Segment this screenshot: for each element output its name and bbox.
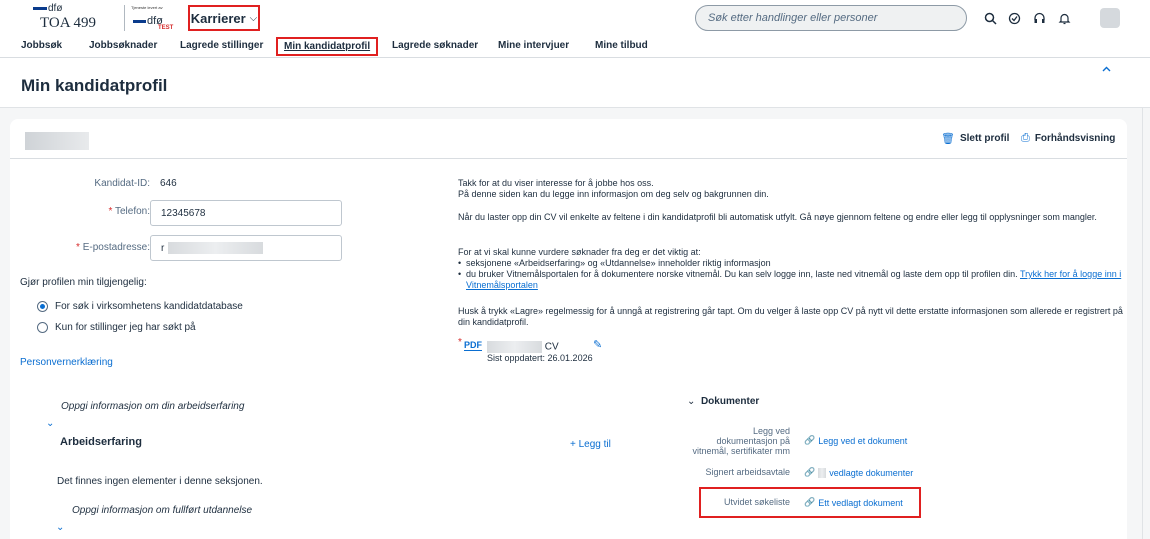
candidate-id-value: 646 xyxy=(160,178,177,189)
paperclip-icon: 🔗 xyxy=(804,497,816,507)
chevron-down-icon[interactable]: ⌄ xyxy=(46,418,54,429)
paperclip-icon: 🔗 xyxy=(804,435,816,445)
education-prompt: Oppgi informasjon om fullført utdannelse xyxy=(72,505,253,516)
requirement-vitnemal: du bruker Vitnemålsportalen for å dokume… xyxy=(458,269,1123,291)
cv-required-mark: * xyxy=(458,337,462,348)
cv-file-name[interactable]: CV xyxy=(487,341,559,353)
search-icon[interactable] xyxy=(981,9,999,27)
radio-applied-only[interactable]: Kun for stillinger jeg har søkt på xyxy=(37,322,196,333)
pencil-icon[interactable]: ✎ xyxy=(593,338,602,351)
collapse-header-button[interactable] xyxy=(1102,64,1111,75)
dfo-logo-top: dfø xyxy=(33,3,62,14)
test-badge: TEST xyxy=(158,25,174,31)
intro-text: Takk for at du viser interesse for å job… xyxy=(458,178,769,199)
requirements-info: For at vi skal kunne vurdere søknader fr… xyxy=(458,247,1123,291)
cv-last-updated: Sist oppdatert: 26.01.2026 xyxy=(487,353,593,363)
tab-mine-intervjuer[interactable]: Mine intervjuer xyxy=(498,40,569,51)
requirement-sections: seksjonene «Arbeidserfaring» og «Utdanne… xyxy=(458,258,1123,269)
trash-icon: 🗑 xyxy=(941,133,955,145)
count-redacted xyxy=(818,467,827,478)
logo-separator xyxy=(124,5,125,31)
doc-label-extended-list: Utvidet søkeliste xyxy=(723,497,790,507)
chevron-down-icon: ⌄ xyxy=(687,396,696,407)
chevron-down-icon: ⌵ xyxy=(249,12,258,24)
documents-title: Dokumenter xyxy=(700,396,760,407)
save-reminder: Husk å trykk «Lagre» regelmessig for å u… xyxy=(458,306,1123,327)
delete-profile-button[interactable]: 🗑 Slett profil xyxy=(941,132,1009,145)
check-circle-icon[interactable] xyxy=(1005,9,1023,27)
candidate-name-redacted xyxy=(25,132,89,150)
documents-toggle[interactable]: ⌄ Dokumenter xyxy=(687,396,759,407)
tab-lagrede-stillinger[interactable]: Lagrede stillinger xyxy=(180,40,263,51)
cv-name-redacted xyxy=(487,341,542,353)
phone-input[interactable]: 12345678 xyxy=(150,200,342,226)
pdf-icon: PDF xyxy=(464,340,482,351)
email-redacted xyxy=(168,242,264,254)
delete-profile-label: Slett profil xyxy=(959,133,1010,144)
radio-candidate-database[interactable]: For søk i virksomhetens kandidatdatabase xyxy=(37,301,243,312)
extended-list-document-link[interactable]: 🔗 Ett vedlagt dokument xyxy=(804,497,903,508)
print-icon: ⎙ xyxy=(1021,132,1030,144)
preview-button[interactable]: ⎙ Forhåndsvisning xyxy=(1021,132,1115,145)
profile-card: 🗑 Slett profil ⎙ Forhåndsvisning Kandida… xyxy=(10,119,1127,539)
card-toolbar: 🗑 Slett profil ⎙ Forhåndsvisning xyxy=(10,119,1127,159)
toa-logo-text: TOA 499 xyxy=(40,15,96,31)
add-document-link[interactable]: 🔗 Legg ved et dokument xyxy=(804,435,907,446)
shell-bar: dfø TOA 499 Tjeneste levert av dfø TEST … xyxy=(0,0,1150,36)
scrollbar[interactable] xyxy=(1142,108,1150,539)
email-label: * E-postadresse: xyxy=(76,242,150,253)
doc-label-attachments: Legg ved dokumentasjon på vitnemål, sert… xyxy=(692,426,790,456)
availability-question: Gjør profilen min tilgjengelig: xyxy=(20,277,147,288)
search-input[interactable]: Søk etter handlinger eller personer xyxy=(695,5,967,31)
page-header: Min kandidatprofil xyxy=(0,58,1150,108)
radio-candidate-database-label: For søk i virksomhetens kandidatdatabase xyxy=(55,301,243,312)
paperclip-icon: 🔗 xyxy=(804,467,816,477)
tab-bar: Jobbsøk Jobbsøknader Lagrede stillinger … xyxy=(0,36,1150,58)
product-name: Karrierer xyxy=(190,10,246,26)
service-provider-text: Tjeneste levert av xyxy=(131,5,163,10)
page-title: Min kandidatprofil xyxy=(21,76,168,95)
add-work-experience-button[interactable]: + Legg til xyxy=(570,439,611,450)
phone-label: * Telefon: xyxy=(108,206,150,217)
tab-min-kandidatprofil[interactable]: Min kandidatprofil xyxy=(276,37,379,56)
work-experience-prompt: Oppgi informasjon om din arbeidserfaring xyxy=(61,401,245,412)
tab-jobbsok[interactable]: Jobbsøk xyxy=(21,40,62,51)
contract-documents-link[interactable]: 🔗 vedlagte dokumenter xyxy=(804,467,913,478)
candidate-id-label: Kandidat-ID: xyxy=(94,178,150,189)
headset-icon[interactable] xyxy=(1030,9,1048,27)
work-experience-title: Arbeidserfaring xyxy=(60,436,142,448)
doc-label-contract: Signert arbeidsavtale xyxy=(705,467,790,477)
cv-upload-info: Når du laster opp din CV vil enkelte av … xyxy=(458,212,1097,222)
work-experience-empty: Det finnes ingen elementer i denne seksj… xyxy=(57,476,263,487)
email-input[interactable]: r xyxy=(150,235,342,261)
tab-mine-tilbud[interactable]: Mine tilbud xyxy=(595,40,648,51)
tab-jobbsoknader[interactable]: Jobbsøknader xyxy=(89,40,157,51)
chevron-down-icon[interactable]: ⌄ xyxy=(56,522,64,533)
preview-label: Forhåndsvisning xyxy=(1034,133,1116,144)
radio-applied-only-label: Kun for stillinger jeg har søkt på xyxy=(55,322,196,333)
bell-icon[interactable] xyxy=(1055,9,1073,27)
radio-unselected-icon xyxy=(37,322,48,333)
tab-lagrede-soknader[interactable]: Lagrede søknader xyxy=(392,40,478,51)
product-switch-button[interactable]: Karrierer ⌵ xyxy=(188,5,260,31)
avatar[interactable] xyxy=(1100,8,1120,28)
privacy-link[interactable]: Personvernerklæring xyxy=(20,357,113,368)
radio-selected-icon xyxy=(37,301,48,312)
